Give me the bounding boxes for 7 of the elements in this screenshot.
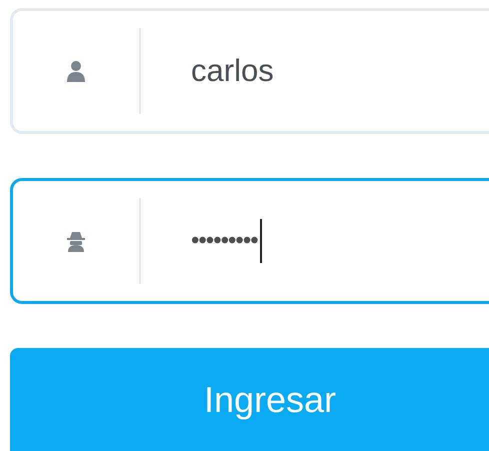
input-field[interactable]: carlos (10, 8, 489, 134)
text-cursor (260, 219, 262, 263)
person-icon (66, 60, 86, 82)
field-value: carlos (191, 52, 274, 90)
spy-icon (66, 230, 86, 252)
input-field[interactable]: ••••••••• (10, 178, 489, 304)
field-value: ••••••••• (191, 226, 258, 256)
